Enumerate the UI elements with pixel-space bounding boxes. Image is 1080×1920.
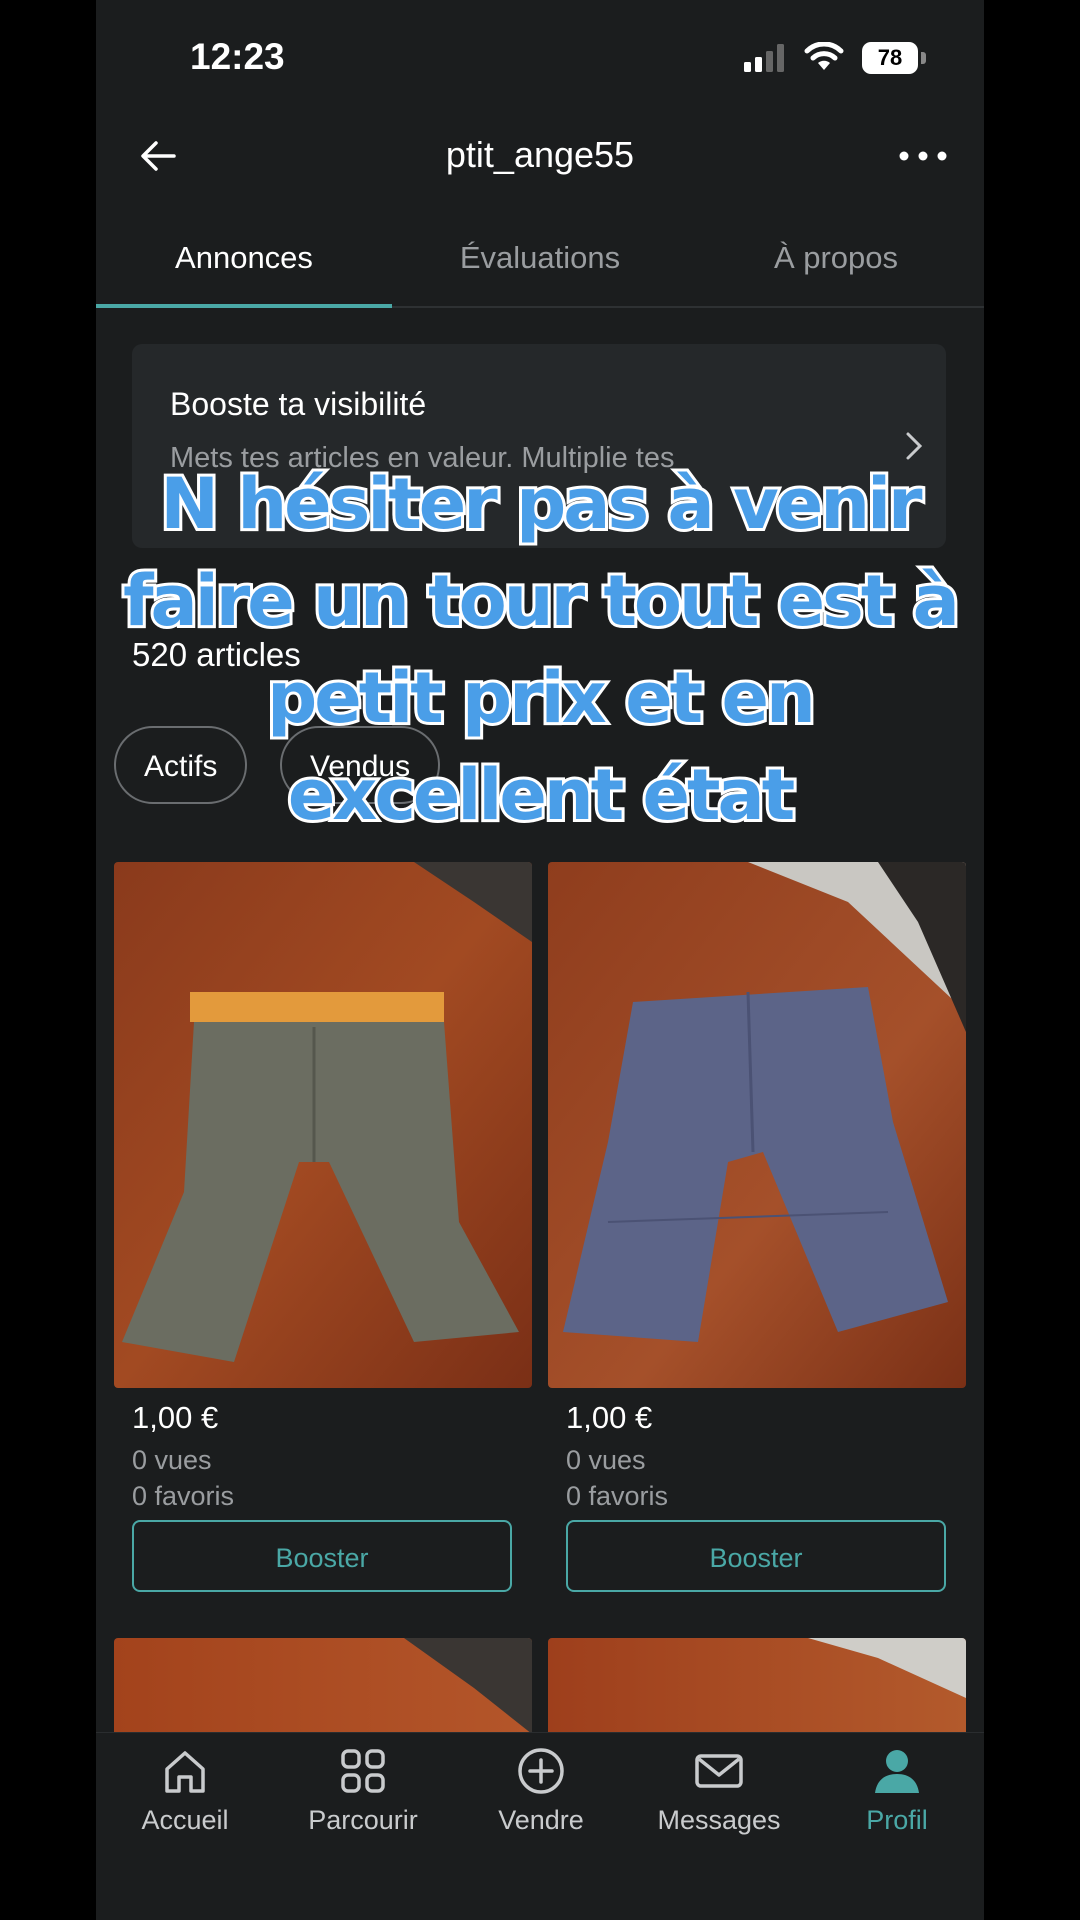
product-photo-shorts-grey [114,862,532,1388]
product-views: 0 vues [566,1445,646,1475]
nav-parcourir[interactable]: Parcourir [274,1745,452,1836]
nav-profil[interactable]: Profil [808,1745,984,1836]
nav-label: Profil [866,1805,928,1835]
product-image[interactable] [114,1638,532,1734]
page-title: ptit_ange55 [445,134,635,175]
nav-label: Accueil [141,1805,229,1835]
product-image[interactable] [114,862,532,1388]
status-time: 12:23 [190,36,285,77]
nav-vendre[interactable]: Vendre [452,1745,630,1836]
caption-line: petit prix et en [264,654,819,742]
caption-line: faire un tour tout est à [120,557,963,645]
battery-indicator: 78 [862,42,918,74]
tab-annonces[interactable]: Annonces [96,240,392,276]
caption-line: excellent état [285,751,798,839]
top-bar: ptit_ange55 [96,110,984,202]
product-photo-partial [808,1638,966,1698]
tab-a-propos[interactable]: À propos [688,240,984,276]
nav-label: Vendre [498,1805,584,1835]
boost-card-title: Booste ta visibilité [170,386,427,422]
active-tab-indicator [96,304,392,308]
product-photo-partial [404,1638,532,1734]
nav-accueil[interactable]: Accueil [96,1745,274,1836]
plus-circle-icon [518,1748,564,1794]
tab-evaluations[interactable]: Évaluations [392,240,688,276]
nav-label: Messages [657,1805,781,1835]
product-favorites: 0 favoris [132,1481,235,1511]
profile-tabs: Annonces Évaluations À propos [96,210,984,308]
product-photo-shorts-blue [548,862,966,1388]
status-bar: 12:23 78 [96,0,984,110]
home-icon [165,1751,205,1793]
cell-signal-icon [744,44,784,72]
wifi-icon [804,42,844,70]
booster-button[interactable]: Booster [566,1520,946,1592]
product-image[interactable] [548,862,966,1388]
mail-icon [695,1754,743,1788]
product-favorites: 0 favoris [566,1481,669,1511]
nav-messages[interactable]: Messages [630,1745,808,1836]
caption-line: N hésiter pas à venir [157,460,925,548]
bottom-navigation: Accueil Parcourir Vendre Messages Profil [96,1732,984,1920]
product-views: 0 vues [132,1445,212,1475]
booster-button[interactable]: Booster [132,1520,512,1592]
product-image[interactable] [548,1638,966,1734]
product-price: 1,00 € [132,1400,219,1435]
nav-label: Parcourir [308,1805,418,1835]
more-options-icon[interactable] [896,132,950,180]
grid-icon [341,1749,385,1793]
profile-icon [875,1750,919,1793]
overlay-caption: N hésiter pas à venir faire un tour tout… [96,456,984,844]
product-price: 1,00 € [566,1400,653,1435]
battery-tip [921,52,926,64]
app-screen: 12:23 78 ptit_ange55 Annonces Évaluation… [96,0,984,1920]
